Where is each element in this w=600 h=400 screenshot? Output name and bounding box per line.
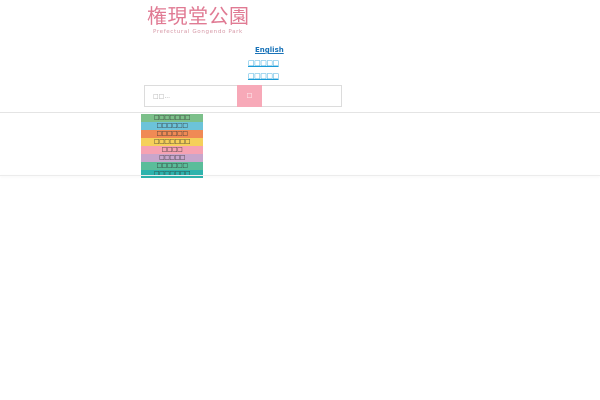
language-link-english[interactable]: English: [255, 45, 284, 55]
menu-item-5[interactable]: □□□□: [141, 146, 203, 154]
menu-item-3[interactable]: □□□□□□: [141, 130, 203, 138]
menu-item-1[interactable]: □□□□□□□: [141, 114, 203, 122]
site-logo[interactable]: 権現堂公園 Prefectural Gongendo Park: [147, 4, 251, 35]
nav-divider: [0, 175, 600, 176]
main-menu: □□□□□□□ □□□□□□ □□□□□□ □□□□□□□ □□□□ □□□□□ □□□□□…: [141, 114, 203, 178]
logo-title-graphic: 権現堂公園: [147, 4, 250, 28]
menu-item-8[interactable]: □□□□□□□: [141, 170, 203, 178]
search-button[interactable]: □: [237, 85, 262, 107]
page: 権現堂公園 Prefectural Gongendo Park English …: [0, 0, 600, 400]
search-form: □: [144, 85, 342, 107]
menu-item-7[interactable]: □□□□□□: [141, 162, 203, 170]
language-link-3[interactable]: □□□□□: [248, 71, 279, 81]
menu-item-2[interactable]: □□□□□□: [141, 122, 203, 130]
menu-item-6[interactable]: □□□□□: [141, 154, 203, 162]
logo-subtitle: Prefectural Gongendo Park: [153, 29, 243, 35]
search-input[interactable]: [151, 90, 233, 102]
logo-title-text: 権現堂公園: [147, 4, 250, 28]
language-link-2[interactable]: □□□□□: [248, 58, 279, 68]
header-divider: [0, 112, 600, 113]
menu-item-4[interactable]: □□□□□□□: [141, 138, 203, 146]
